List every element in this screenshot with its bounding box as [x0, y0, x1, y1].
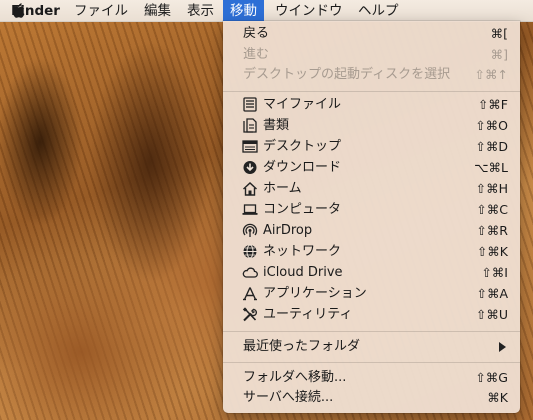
shortcut-label: ⇧⌘G — [475, 370, 508, 385]
menu-item-go-to-folder[interactable]: フォルダへ移動... ⇧⌘G — [223, 367, 520, 388]
home-icon — [242, 181, 258, 196]
menu-item-label: AirDrop — [263, 223, 313, 238]
menu-item-label: フォルダへ移動... — [243, 370, 347, 385]
applications-icon — [242, 286, 258, 301]
network-icon — [242, 244, 258, 259]
menu-go[interactable]: 移動 — [223, 0, 264, 21]
menu-item-airdrop[interactable]: AirDrop ⇧⌘R — [223, 220, 520, 241]
menu-item-connect-to-server[interactable]: サーバへ接続... ⌘K — [223, 387, 520, 408]
shortcut-label: ⇧⌘I — [481, 265, 508, 280]
all-my-files-icon — [242, 97, 258, 112]
menu-item-icloud-drive[interactable]: iCloud Drive ⇧⌘I — [223, 262, 520, 283]
menu-edit[interactable]: 編集 — [137, 0, 178, 21]
menu-item-label: デスクトップの起動ディスクを選択 — [243, 67, 451, 82]
desktop-icon — [242, 139, 258, 154]
menu-item-desktop[interactable]: デスクトップ ⇧⌘D — [223, 136, 520, 157]
shortcut-label: ⇧⌘F — [477, 97, 508, 112]
shortcut-label: ⌘[ — [490, 26, 508, 41]
menu-item-label: 最近使ったフォルダ — [243, 339, 361, 354]
menu-file[interactable]: ファイル — [67, 0, 135, 21]
menu-item-label: ホーム — [263, 181, 302, 196]
menu-item-label: デスクトップ — [263, 139, 342, 154]
airdrop-icon — [242, 223, 258, 238]
menu-window[interactable]: ウインドウ — [268, 0, 350, 21]
menu-item-label: 書類 — [263, 118, 290, 133]
menu-item-network[interactable]: ネットワーク ⇧⌘K — [223, 241, 520, 262]
menu-item-label: マイファイル — [263, 97, 342, 112]
menu-item-downloads[interactable]: ダウンロード ⌥⌘L — [223, 157, 520, 178]
menu-item-label: サーバへ接続... — [243, 390, 334, 405]
menu-item-forward: 進む ⌘] — [223, 44, 520, 65]
shortcut-label: ⇧⌘H — [475, 181, 508, 196]
menu-item-select-startup-disk: デスクトップの起動ディスクを選択 ⇧⌘↑ — [223, 64, 520, 85]
shortcut-label: ⇧⌘↑ — [474, 67, 508, 82]
menu-item-computer[interactable]: コンピュータ ⇧⌘C — [223, 199, 520, 220]
shortcut-label: ⇧⌘O — [475, 118, 508, 133]
shortcut-label: ⇧⌘C — [476, 202, 508, 217]
documents-icon — [242, 118, 258, 133]
menu-item-label: アプリケーション — [263, 286, 367, 301]
menu-item-label: ネットワーク — [263, 244, 342, 259]
menu-item-label: ダウンロード — [263, 160, 342, 175]
menu-item-applications[interactable]: アプリケーション ⇧⌘A — [223, 283, 520, 304]
menu-bar: Finder ファイル 編集 表示 移動 ウインドウ ヘルプ — [0, 0, 533, 22]
go-menu-dropdown: 戻る ⌘[ 進む ⌘] デスクトップの起動ディスクを選択 ⇧⌘↑ マイファイル … — [223, 21, 520, 413]
shortcut-label: ⇧⌘D — [475, 139, 508, 154]
menu-view[interactable]: 表示 — [180, 0, 221, 21]
menu-item-recent-folders[interactable]: 最近使ったフォルダ — [223, 336, 520, 357]
shortcut-label: ⌥⌘L — [474, 160, 508, 175]
icloud-icon — [242, 265, 258, 280]
menu-item-all-my-files[interactable]: マイファイル ⇧⌘F — [223, 94, 520, 115]
menu-separator — [223, 91, 520, 92]
shortcut-label: ⌘] — [490, 47, 508, 62]
menu-item-label: iCloud Drive — [263, 265, 343, 280]
menu-item-home[interactable]: ホーム ⇧⌘H — [223, 178, 520, 199]
menu-separator — [223, 331, 520, 332]
menu-item-label: 進む — [243, 47, 270, 62]
menu-item-utilities[interactable]: ユーティリティ ⇧⌘U — [223, 304, 520, 325]
shortcut-label: ⇧⌘K — [476, 244, 508, 259]
menu-item-documents[interactable]: 書類 ⇧⌘O — [223, 115, 520, 136]
downloads-icon — [242, 160, 258, 175]
computer-icon — [242, 202, 258, 217]
menu-finder[interactable]: Finder — [4, 0, 67, 21]
shortcut-label: ⇧⌘R — [476, 223, 508, 238]
menu-item-label: 戻る — [243, 26, 270, 41]
shortcut-label: ⌘K — [487, 390, 508, 405]
menu-help[interactable]: ヘルプ — [351, 0, 406, 21]
submenu-arrow-icon — [499, 342, 506, 352]
menu-separator — [223, 362, 520, 363]
shortcut-label: ⇧⌘A — [476, 286, 508, 301]
menu-item-back[interactable]: 戻る ⌘[ — [223, 23, 520, 44]
utilities-icon — [242, 307, 258, 322]
menu-item-label: コンピュータ — [263, 202, 342, 217]
menu-item-label: ユーティリティ — [263, 307, 353, 322]
shortcut-label: ⇧⌘U — [475, 307, 508, 322]
